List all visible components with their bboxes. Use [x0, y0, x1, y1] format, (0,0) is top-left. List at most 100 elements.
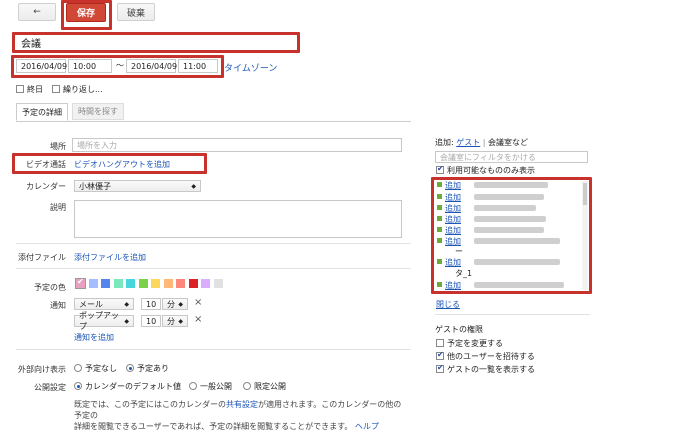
color-swatch[interactable] [101, 279, 110, 288]
back-button[interactable]: ← [18, 3, 56, 21]
priv-default-label: カレンダーのデフォルト値 [85, 382, 181, 391]
notify2-type-value: ポップアップ [79, 311, 119, 331]
repeat-label: 繰り返し... [63, 85, 103, 94]
allday-label: 終日 [27, 85, 43, 94]
guest-permissions-title: ゲストの権限 [435, 325, 483, 334]
notify2-remove-icon[interactable]: × [194, 314, 202, 325]
select-chevron-icon: ◆ [191, 182, 196, 190]
end-time-input[interactable]: 11:00 [178, 59, 218, 73]
notify1-type-value: メール [79, 299, 103, 309]
rooms-tab-link[interactable]: 会議室など [488, 138, 528, 147]
vis-busy-label: 予定あり [137, 364, 169, 373]
visibility-label: 外部向け表示 [18, 365, 66, 374]
perm-seelist-checkbox[interactable] [436, 363, 444, 373]
notify2-num-input[interactable]: 10 [141, 315, 161, 327]
color-swatch[interactable] [201, 279, 210, 288]
perm-modify-checkbox[interactable] [436, 339, 444, 347]
priv-private-radio[interactable] [243, 382, 251, 390]
room-available-icon [437, 227, 442, 232]
notify1-num-value: 10 [146, 299, 157, 309]
room-available-icon [437, 238, 442, 243]
guest-tab-link[interactable]: ゲスト [456, 138, 480, 147]
room-available-icon [437, 216, 442, 221]
select-chevron-icon: ◆ [124, 317, 129, 325]
calendar-select[interactable]: 小林優子 ◆ [74, 180, 201, 192]
range-separator: 〜 [116, 61, 124, 70]
description-textarea[interactable] [74, 200, 402, 238]
vis-none-radio[interactable] [74, 364, 82, 372]
calendar-label: カレンダー [26, 182, 66, 191]
color-label: 予定の色 [34, 283, 66, 292]
tab-find-time[interactable]: 時間を探す [72, 103, 124, 120]
color-swatch[interactable] [176, 279, 185, 288]
room-list-scroll-thumb[interactable] [583, 183, 587, 205]
perm-modify-label: 予定を変更する [447, 339, 503, 348]
tab-details[interactable]: 予定の詳細 [16, 103, 68, 121]
room-add-link[interactable]: 追加 [445, 225, 461, 236]
room-name-blurred [474, 205, 536, 211]
color-swatch[interactable] [138, 279, 148, 288]
notify1-remove-icon[interactable]: × [194, 297, 202, 308]
room-list-scrollbar[interactable] [582, 181, 588, 290]
room-add-link[interactable]: 追加 [445, 214, 461, 225]
room-name-blurred [474, 182, 548, 188]
color-swatch[interactable] [213, 279, 223, 288]
notify2-unit-value: 分 [167, 316, 175, 326]
notify2-type-select[interactable]: ポップアップ ◆ [74, 311, 134, 331]
room-add-link[interactable]: 追加 [445, 280, 461, 291]
add-notification-link[interactable]: 通知を追加 [74, 332, 114, 343]
available-only-checkbox[interactable] [436, 164, 444, 174]
video-label: ビデオ通話 [26, 160, 66, 169]
room-name-blurred [474, 282, 564, 288]
room-add-link[interactable]: 追加 [445, 257, 461, 268]
room-filter-input[interactable]: 会議室にフィルタをかける [435, 151, 588, 163]
help-link[interactable]: ヘルプ [355, 422, 379, 431]
add-attachment-link[interactable]: 添付ファイルを追加 [74, 252, 146, 263]
notify1-type-select[interactable]: メール ◆ [74, 298, 134, 310]
share-settings-link[interactable]: 共有設定 [226, 400, 258, 409]
color-swatch[interactable] [163, 279, 173, 288]
end-date-input[interactable]: 2016/04/09 [126, 59, 177, 73]
priv-default-radio[interactable] [74, 382, 82, 390]
notify1-unit-select[interactable]: 分 ◆ [162, 298, 188, 310]
allday-checkbox[interactable] [16, 85, 24, 93]
start-time-input[interactable]: 10:00 [68, 59, 112, 73]
save-label: 保存 [76, 9, 95, 19]
attach-label: 添付ファイル [18, 253, 66, 262]
place-input[interactable]: 場所を入力 [72, 138, 402, 152]
color-swatch[interactable] [188, 279, 198, 288]
room-add-link[interactable]: 追加 [445, 180, 461, 191]
color-swatch[interactable]: ✔ [75, 277, 86, 289]
color-swatch[interactable] [126, 279, 135, 288]
save-button[interactable]: 保存 [66, 3, 106, 22]
discard-button[interactable]: 破棄 [117, 3, 155, 21]
perm-invite-checkbox[interactable] [436, 350, 444, 360]
notify1-num-input[interactable]: 10 [141, 298, 161, 310]
room-name-blurred [474, 194, 544, 200]
color-swatch[interactable] [88, 279, 98, 288]
close-rooms-link[interactable]: 閉じる [436, 299, 460, 310]
start-date-input[interactable]: 2016/04/09 [16, 59, 67, 73]
room-add-link[interactable]: 追加 [445, 192, 461, 203]
desc-label: 説明 [50, 203, 66, 212]
notify2-unit-select[interactable]: 分 ◆ [162, 315, 188, 327]
color-swatch[interactable] [151, 279, 160, 288]
select-chevron-icon: ◆ [124, 300, 129, 308]
room-name-blurred [474, 259, 560, 265]
event-title-input[interactable]: 会議 [16, 35, 296, 50]
timezone-link[interactable]: タイムゾーン [224, 61, 277, 74]
event-title-text: 会議 [21, 39, 41, 50]
room-name-blurred [474, 238, 560, 244]
room-name-blurred [474, 227, 544, 233]
priv-public-radio[interactable] [189, 382, 197, 390]
room-available-icon [437, 282, 442, 287]
room-add-link[interactable]: 追加 [445, 203, 461, 214]
note-part-3: 詳細を閲覧できるユーザーであれば、予定の詳細を閲覧することができます。 [74, 422, 353, 431]
vis-busy-radio[interactable] [126, 364, 134, 372]
repeat-checkbox[interactable] [52, 85, 60, 93]
add-prefix: 追加: [435, 138, 454, 147]
place-placeholder: 場所を入力 [77, 140, 117, 150]
color-swatch[interactable] [113, 279, 123, 288]
add-hangout-link[interactable]: ビデオハングアウトを追加 [74, 159, 170, 170]
right-divider [435, 314, 590, 315]
